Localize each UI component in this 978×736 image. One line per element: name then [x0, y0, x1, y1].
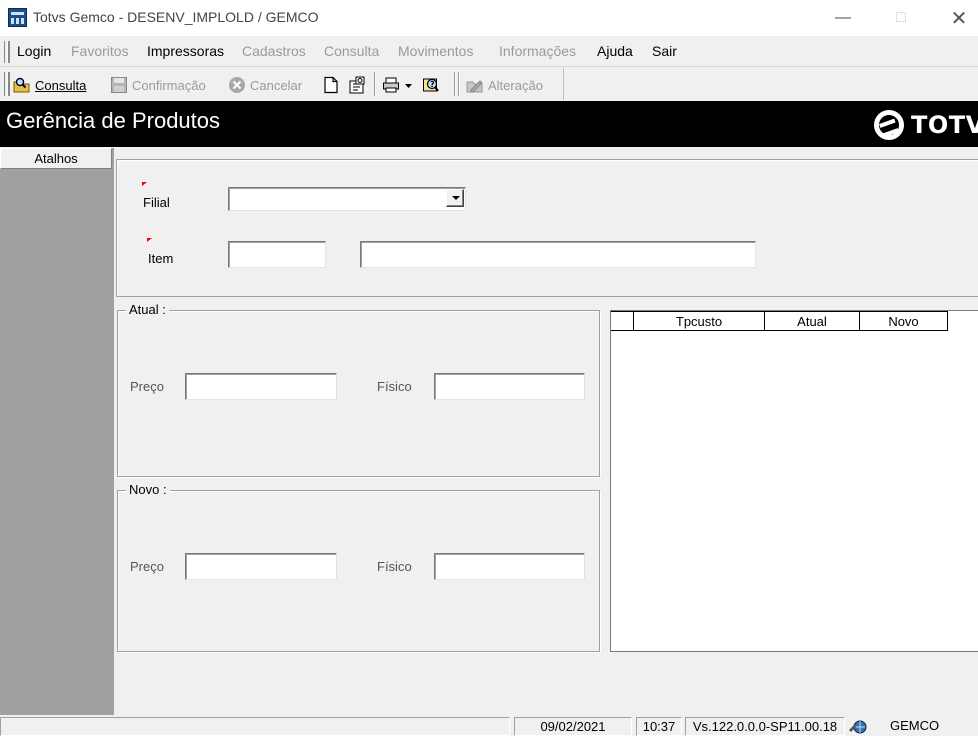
totvs-logo-icon: [874, 110, 904, 140]
item-code-input[interactable]: [228, 241, 326, 268]
column-header-novo[interactable]: Novo: [860, 311, 948, 331]
atual-fisico-label: Físico: [377, 379, 412, 394]
menu-impressoras[interactable]: Impressoras: [147, 43, 224, 59]
dropdown-arrow-button[interactable]: [446, 189, 464, 207]
connection-status-icon: [848, 718, 868, 735]
filial-label: Filial: [143, 195, 170, 210]
novo-legend: Novo :: [126, 482, 170, 497]
custo-grid[interactable]: Tpcusto Atual Novo: [610, 310, 978, 652]
status-date: 09/02/2021: [514, 717, 632, 736]
novo-preco-field[interactable]: [185, 553, 337, 580]
atual-legend: Atual :: [126, 302, 169, 317]
required-marker: [142, 182, 147, 186]
title-bar: Totvs Gemco - DESENV_IMPLOLD / GEMCO — □…: [0, 0, 978, 36]
alteracao-label: Alteração: [488, 77, 543, 93]
new-document-icon: [322, 76, 340, 94]
brand-logo-text: TOTVS: [911, 111, 978, 139]
item-description-input[interactable]: [360, 241, 756, 268]
menu-informacoes: Informações: [499, 43, 577, 59]
menu-movimentos: Movimentos: [398, 43, 474, 59]
menu-grip[interactable]: [4, 41, 8, 63]
novo-preco-label: Preço: [130, 559, 164, 574]
minimize-button[interactable]: —: [820, 0, 866, 36]
menu-consulta: Consulta: [324, 43, 380, 59]
toolbar-separator: [374, 72, 376, 96]
consulta-button[interactable]: Consulta: [13, 74, 86, 96]
toolbar: Consulta Confirmação Cancelar ? Alteraçã…: [0, 68, 978, 100]
sidebar: Atalhos: [0, 148, 114, 715]
chevron-down-icon: [405, 84, 412, 88]
help-search-icon: ?: [422, 76, 440, 94]
atual-fisico-field[interactable]: [434, 373, 585, 400]
confirmacao-button: Confirmação: [110, 74, 206, 96]
confirmacao-label: Confirmação: [132, 77, 206, 93]
help-search-button[interactable]: ?: [422, 74, 444, 96]
window-title: Totvs Gemco - DESENV_IMPLOLD / GEMCO: [33, 9, 319, 25]
app-icon: [8, 8, 27, 27]
atual-preco-label: Preço: [130, 379, 164, 394]
cancelar-button: Cancelar: [228, 74, 302, 96]
menu-sair[interactable]: Sair: [652, 43, 677, 59]
alteracao-button: Alteração: [466, 74, 543, 96]
print-dropdown-arrow[interactable]: [405, 74, 412, 96]
cancelar-label: Cancelar: [250, 77, 303, 93]
page-header: Gerência de Produtos TOTVS: [0, 101, 978, 147]
print-button[interactable]: [382, 74, 404, 96]
filial-select[interactable]: [228, 187, 466, 211]
status-message-cell: [0, 717, 510, 736]
close-button[interactable]: ✕: [936, 0, 978, 36]
new-document-button[interactable]: [322, 74, 344, 96]
page-title: Gerência de Produtos: [6, 108, 221, 133]
status-bar: 09/02/2021 10:37 Vs.122.0.0.0-SP11.00.18…: [0, 716, 978, 736]
menu-ajuda[interactable]: Ajuda: [597, 43, 633, 59]
toolbar-grip[interactable]: [4, 72, 8, 96]
required-marker: [147, 238, 152, 242]
status-time: 10:37: [636, 717, 682, 736]
menu-favoritos: Favoritos: [71, 43, 129, 59]
tab-atalhos[interactable]: Atalhos: [0, 148, 112, 169]
toolbar-separator: [454, 72, 456, 96]
print-preview-button[interactable]: [348, 74, 370, 96]
printer-icon: [382, 76, 400, 94]
atual-preco-field[interactable]: [185, 373, 337, 400]
edit-icon: [466, 76, 484, 94]
save-icon: [110, 76, 128, 94]
filter-panel: Filial Item: [116, 159, 978, 297]
toolbar-separator: [458, 72, 460, 96]
print-preview-icon: [348, 76, 366, 94]
toolbar-divider: [563, 68, 564, 100]
status-version: Vs.122.0.0.0-SP11.00.18: [685, 717, 845, 736]
item-label: Item: [148, 251, 174, 266]
menu-login[interactable]: Login: [17, 43, 51, 59]
atual-group: Atual : Preço Físico: [117, 302, 600, 477]
maximize-button: □: [896, 9, 906, 26]
column-header-tpcusto[interactable]: Tpcusto: [634, 311, 765, 331]
cancel-icon: [228, 76, 246, 94]
menu-bar: Login Favoritos Impressoras Cadastros Co…: [0, 37, 978, 67]
consulta-label: Consulta: [35, 77, 87, 93]
search-folder-icon: [13, 76, 31, 94]
status-user: GEMCO: [890, 718, 940, 733]
column-header-atual[interactable]: Atual: [765, 311, 860, 331]
novo-fisico-label: Físico: [377, 559, 412, 574]
menu-cadastros: Cadastros: [242, 43, 306, 59]
grid-row-selector-header[interactable]: [611, 311, 634, 331]
novo-group: Novo : Preço Físico: [117, 482, 600, 652]
novo-fisico-field[interactable]: [434, 553, 585, 580]
